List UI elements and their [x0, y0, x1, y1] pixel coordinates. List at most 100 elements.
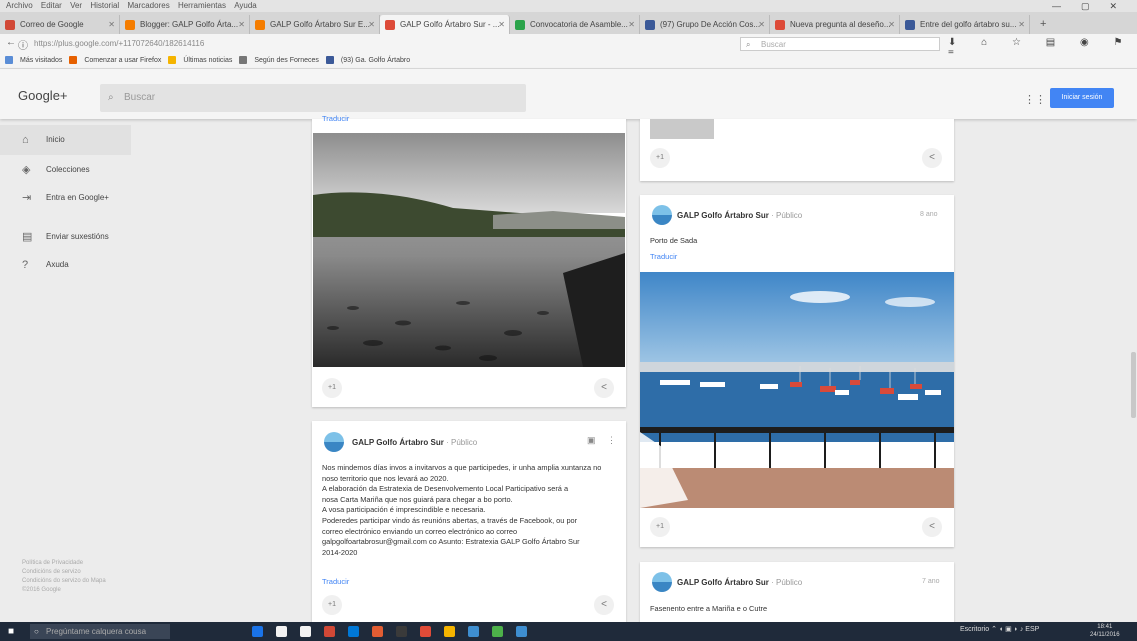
file-explorer-icon[interactable] [300, 626, 311, 637]
info-icon[interactable]: ⓘ [18, 37, 28, 52]
tab-favicon-icon [775, 20, 785, 30]
sidebar-item-feedback[interactable]: ▤ Enviar suxestións [0, 222, 131, 252]
more-options-icon[interactable]: ⋮ [607, 435, 616, 446]
windows-start-icon[interactable]: ■ [8, 626, 19, 637]
app-icon[interactable] [516, 626, 527, 637]
address-bar[interactable]: https://plus.google.com/+117072640/18261… [30, 37, 734, 51]
terms-link[interactable]: Condicións de servizo [22, 568, 106, 577]
maps-terms-link[interactable]: Condicións do servizo do Mapa [22, 577, 106, 586]
sidebar-item-signin[interactable]: ⇥ Entra en Google+ [0, 183, 131, 213]
post-author[interactable]: GALP Golfo Ártabro Sur · Público [677, 211, 802, 220]
store-icon[interactable] [324, 626, 335, 637]
maximize-button[interactable]: ▢ [1081, 1, 1104, 11]
browser-search-field[interactable]: ⌕ Buscar [740, 37, 940, 51]
tab-close-icon[interactable]: ✕ [1018, 15, 1025, 34]
sign-in-button[interactable]: Iniciar sesión [1050, 88, 1114, 108]
menu-ver[interactable]: Ver [70, 1, 82, 10]
folder-icon[interactable] [444, 626, 455, 637]
task-view-icon[interactable] [252, 626, 263, 637]
gplus-search-input[interactable]: ⌕ Buscar [100, 84, 526, 112]
post-photo-estuary[interactable] [313, 133, 625, 367]
avatar[interactable] [652, 572, 672, 592]
tab-close-icon[interactable]: ✕ [758, 15, 765, 34]
translate-link[interactable]: Traducir [650, 252, 677, 261]
browser-tab[interactable]: Blogger: GALP Golfo Árta... ✕ [120, 15, 250, 34]
post-timestamp[interactable]: 8 ano [920, 211, 938, 218]
system-tray[interactable]: Escritorio ⌃ ◖ ▣ ◗ ♪ ESP [960, 625, 1039, 633]
avatar[interactable] [652, 205, 672, 225]
post-author[interactable]: GALP Golfo Ártabro Sur · Público [352, 438, 477, 447]
bookmark-item[interactable]: (93) Ga. Golfo Ártabro [325, 56, 410, 65]
post-photo-harbor[interactable] [640, 272, 954, 508]
browser-tab[interactable]: (97) Grupo De Acción Cos... ✕ [640, 15, 770, 34]
menu-archivo[interactable]: Archivo [6, 1, 33, 10]
bookmark-item[interactable]: Según des Forneces [239, 56, 319, 65]
share-icon[interactable]: < [922, 148, 942, 168]
browser-tab[interactable]: Entre del golfo ártabro su... ✕ [900, 15, 1030, 34]
taskbar-clock[interactable]: 18:41 24/11/2016 [1090, 623, 1120, 639]
browser-tab[interactable]: GALP Golfo Ártabro Sur E... ✕ [250, 15, 380, 34]
browser-tab[interactable]: Nueva pregunta al deseño... ✕ [770, 15, 900, 34]
excel-icon[interactable] [492, 626, 503, 637]
window-controls: — ▢ ✕ [1046, 0, 1131, 12]
plus-one-button[interactable]: +1 [322, 378, 342, 398]
gplus-logo[interactable]: Google+ [18, 88, 68, 103]
menu-ayuda[interactable]: Ayuda [234, 1, 257, 10]
plus-one-button[interactable]: +1 [650, 148, 670, 168]
back-icon[interactable]: ← [6, 37, 16, 48]
browser-tab-active[interactable]: GALP Golfo Ártabro Sur - ... ✕ [380, 15, 510, 34]
facebook-icon [325, 56, 334, 65]
bookmark-item[interactable]: Comenzar a usar Firefox [69, 56, 161, 65]
bookmark-item[interactable]: Más visitados [5, 56, 62, 65]
tab-close-icon[interactable]: ✕ [368, 15, 375, 34]
share-icon[interactable]: < [594, 378, 614, 398]
share-icon[interactable]: < [594, 595, 614, 615]
tab-close-icon[interactable]: ✕ [238, 15, 245, 34]
post-timestamp[interactable]: 7 ano [922, 578, 940, 585]
privacy-link[interactable]: Política de Privacidade [22, 559, 106, 568]
tab-close-icon[interactable]: ✕ [108, 15, 115, 34]
post-photo-thumbnail[interactable] [650, 119, 714, 139]
taskbar-search[interactable]: ○ Pregúntame calquera cousa [30, 624, 170, 639]
menu-editar[interactable]: Editar [41, 1, 62, 10]
sidebar-item-collections[interactable]: ◈ Colecciones [0, 155, 131, 185]
acrobat-icon[interactable] [420, 626, 431, 637]
firefox-icon[interactable] [372, 626, 383, 637]
edge-icon[interactable] [276, 626, 287, 637]
tab-close-icon[interactable]: ✕ [628, 15, 635, 34]
tab-close-icon[interactable]: ✕ [888, 15, 895, 34]
menu-marcadores[interactable]: Marcadores [127, 1, 169, 10]
translate-link[interactable]: Traducir [322, 114, 349, 123]
avatar[interactable] [324, 432, 344, 452]
cortana-icon: ○ [34, 627, 39, 636]
share-icon[interactable]: < [922, 517, 942, 537]
sidebar-item-home[interactable]: ⌂ Inicio [0, 125, 131, 155]
browser-tab[interactable]: Convocatoria de Asamble... ✕ [510, 15, 640, 34]
app-icon[interactable] [396, 626, 407, 637]
help-icon: ? [22, 259, 29, 271]
new-tab-button[interactable]: + [1040, 15, 1046, 34]
menu-herramientas[interactable]: Herramientas [178, 1, 226, 10]
tab-favicon-icon [645, 20, 655, 30]
sidebar-item-help[interactable]: ? Axuda [0, 250, 131, 280]
translate-link[interactable]: Traducir [322, 577, 349, 586]
menu-historial[interactable]: Historial [90, 1, 119, 10]
login-icon: ⇥ [22, 192, 32, 204]
browser-tab[interactable]: Correo de Google ✕ [0, 15, 120, 34]
post-author[interactable]: GALP Golfo Ártabro Sur · Público [677, 578, 802, 587]
close-window-button[interactable]: ✕ [1109, 1, 1131, 11]
post-body-text: Fasenento entre a Mariña e o Cutre [650, 604, 768, 613]
search-icon: ⌕ [746, 40, 751, 49]
scrollbar-thumb[interactable] [1131, 352, 1136, 418]
plus-one-button[interactable]: +1 [650, 517, 670, 537]
post-menu-icon[interactable]: ▣ [587, 435, 596, 446]
word-icon[interactable] [468, 626, 479, 637]
plus-one-button[interactable]: +1 [322, 595, 342, 615]
post-body-text: Nos mindemos días invos a invitarvos a q… [322, 463, 602, 557]
bookmark-item[interactable]: Últimas noticias [168, 56, 232, 65]
minimize-button[interactable]: — [1052, 1, 1075, 11]
apps-grid-icon[interactable]: ⋮⋮ [1024, 93, 1046, 106]
mail-icon[interactable] [348, 626, 359, 637]
tab-close-icon[interactable]: ✕ [498, 15, 505, 34]
gplus-header: Google+ ⌕ Buscar ⋮⋮ Iniciar sesión [0, 69, 1137, 119]
